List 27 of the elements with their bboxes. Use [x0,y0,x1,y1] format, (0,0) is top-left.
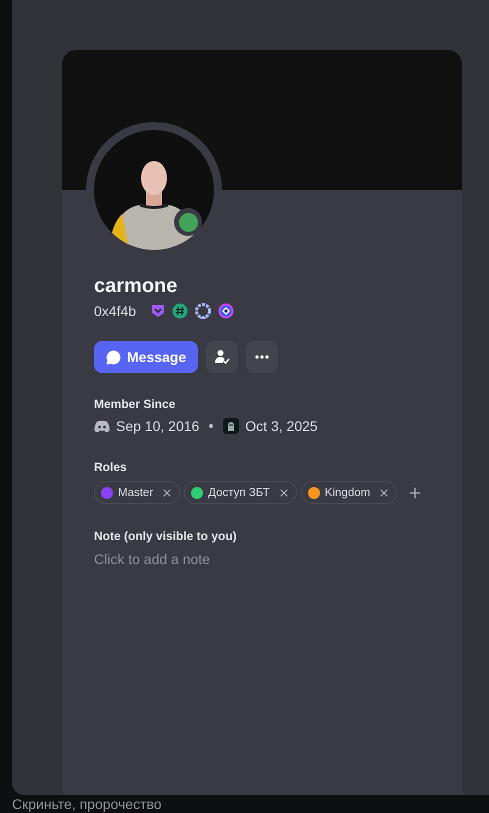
orb-badge-icon[interactable] [218,303,234,319]
chat-bubble-icon [106,350,121,364]
member-date: Oct 3, 2025 [245,418,318,434]
username: carmone [94,274,178,298]
remove-role-button[interactable] [161,486,174,498]
hashtag-badge-icon[interactable] [172,303,188,319]
role-name: Master [118,486,154,498]
person-check-icon [214,349,230,365]
more-icon [255,355,270,359]
role-name: Kingdom [324,486,370,498]
section-label: Note (only visible to you) [94,529,238,543]
background-message: Скриньте, пророчество [12,795,163,813]
remove-role-button[interactable] [278,486,290,498]
user-tag: 0x4f4b [94,303,136,319]
note-field[interactable]: Click to add a note [94,551,334,567]
remove-role-button[interactable] [378,486,390,498]
role-name: Доступ ЗБТ [208,486,270,498]
add-friend-button[interactable] [206,341,238,373]
shield-badge-icon[interactable] [150,303,166,319]
laurel-badge-icon[interactable] [194,302,212,320]
member-date: Sep 10, 2016 [116,418,200,434]
separator-dot [209,424,214,428]
section-label: Roles [94,460,128,474]
section-label: Member Since [94,397,176,411]
game-controller-icon [94,420,110,432]
more-button[interactable] [246,341,278,373]
message-button[interactable]: Message [94,341,198,373]
